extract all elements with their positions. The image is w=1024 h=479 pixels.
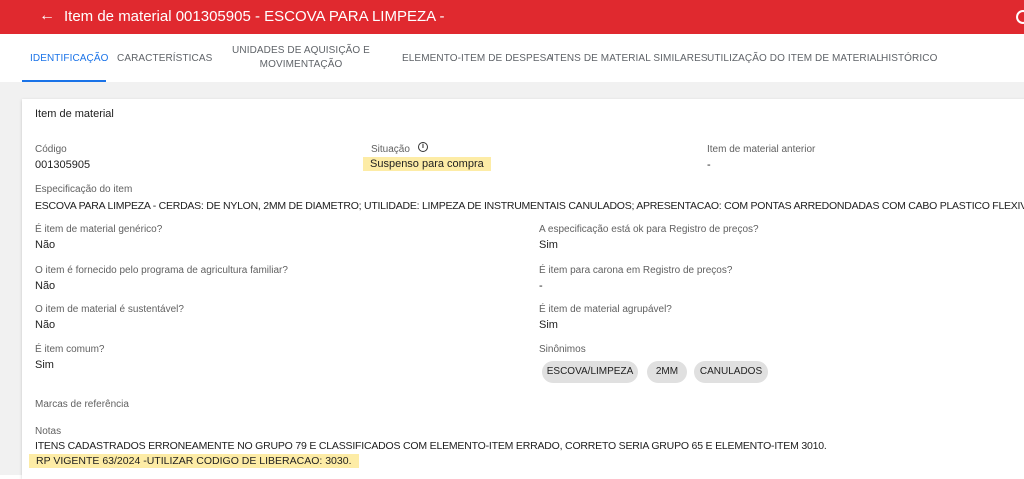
registro-precos-label: A especificação está ok para Registro de… bbox=[539, 224, 759, 235]
tab-unidades-line2: MOVIMENTAÇÃO bbox=[259, 59, 343, 70]
notas-label: Notas bbox=[35, 426, 62, 437]
notas-line2: RP VIGENTE 63/2024 -UTILIZAR CODIGO DE L… bbox=[29, 454, 359, 468]
item-card bbox=[22, 99, 1024, 479]
carona-value: - bbox=[539, 280, 543, 292]
header-info-icon[interactable] bbox=[1016, 10, 1024, 24]
situacao-highlight: Suspenso para compra bbox=[363, 157, 491, 171]
agrupavel-value: Sim bbox=[539, 319, 558, 331]
anterior-value: - bbox=[707, 159, 711, 171]
marcas-label: Marcas de referência bbox=[35, 399, 129, 410]
back-arrow-icon[interactable]: ← bbox=[39, 7, 55, 25]
comum-value: Sim bbox=[35, 359, 54, 371]
carona-label: É item para carona em Registro de preços… bbox=[539, 265, 733, 276]
page-title: Item de material 001305905 - ESCOVA PARA… bbox=[64, 8, 445, 25]
situacao-value: Suspenso para compra bbox=[363, 157, 491, 171]
especificacao-value: ESCOVA PARA LIMPEZA - CERDAS: DE NYLON, … bbox=[35, 200, 1024, 212]
codigo-value: 001305905 bbox=[35, 159, 91, 171]
notas-highlight: RP VIGENTE 63/2024 -UTILIZAR CODIGO DE L… bbox=[29, 454, 359, 468]
agricultura-label: O item é fornecido pelo programa de agri… bbox=[35, 265, 288, 276]
generico-label: É item de material genérico? bbox=[35, 224, 163, 235]
agricultura-value: Não bbox=[35, 280, 56, 292]
anterior-label: Item de material anterior bbox=[707, 144, 816, 155]
sustentavel-label: O item de material é sustentável? bbox=[35, 304, 184, 315]
tab-caracteristicas[interactable]: CARACTERÍSTICAS bbox=[117, 52, 212, 66]
card-title: Item de material bbox=[35, 108, 114, 120]
sinonimos-label: Sinônimos bbox=[539, 344, 586, 355]
sustentavel-value: Não bbox=[35, 319, 56, 331]
registro-precos-value: Sim bbox=[539, 239, 558, 251]
agrupavel-label: É item de material agrupável? bbox=[539, 304, 672, 315]
tab-unidades-line1: UNIDADES DE AQUISIÇÃO E bbox=[232, 45, 370, 56]
sinonimo-chip[interactable]: 2MM bbox=[647, 361, 687, 383]
tab-utilizacao[interactable]: UTILIZAÇÃO DO ITEM DE MATERIAL bbox=[707, 52, 882, 66]
situacao-label: Situação bbox=[371, 144, 410, 155]
tab-itens-similares[interactable]: ITENS DE MATERIAL SIMILARES bbox=[551, 52, 708, 66]
notas-line1: ITENS CADASTRADOS ERRONEAMENTE NO GRUPO … bbox=[35, 440, 827, 452]
tab-identificacao[interactable]: IDENTIFICAÇÃO bbox=[30, 52, 109, 66]
sinonimo-chip[interactable]: CANULADOS bbox=[694, 361, 768, 383]
tab-historico[interactable]: HISTÓRICO bbox=[881, 52, 937, 66]
comum-label: É item comum? bbox=[35, 344, 105, 355]
especificacao-label: Especificação do item bbox=[35, 184, 133, 195]
situacao-info-icon[interactable]: i bbox=[418, 142, 428, 152]
sinonimo-chip[interactable]: ESCOVA/LIMPEZA bbox=[542, 361, 638, 383]
generico-value: Não bbox=[35, 239, 56, 251]
tab-elemento-item[interactable]: ELEMENTO-ITEM DE DESPESA bbox=[402, 52, 553, 66]
codigo-label: Código bbox=[35, 144, 67, 155]
tab-unidades[interactable]: UNIDADES DE AQUISIÇÃO E MOVIMENTAÇÃO bbox=[228, 44, 374, 72]
